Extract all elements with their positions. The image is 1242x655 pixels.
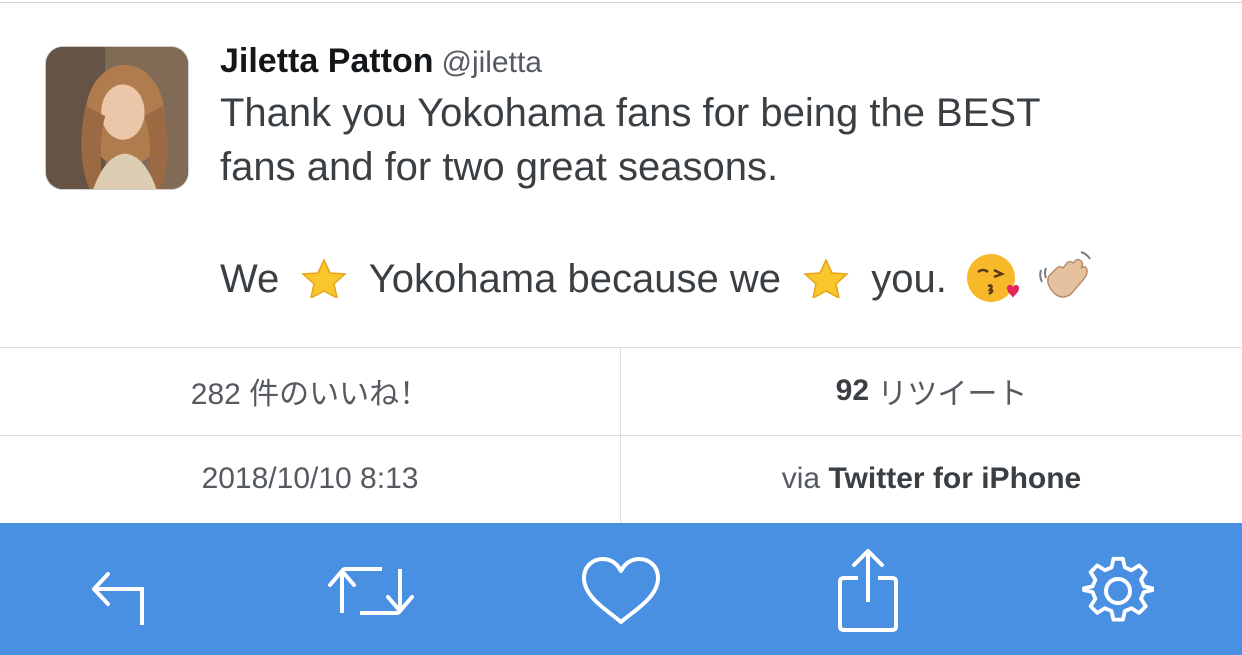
tweet-line-3-part-3: you. xyxy=(871,257,947,301)
tweet-source[interactable]: via Twitter for iPhone xyxy=(621,436,1242,522)
tweet-line-3-part-1: We xyxy=(220,257,280,301)
like-button[interactable] xyxy=(571,541,671,641)
avatar-photo xyxy=(46,47,188,189)
tweet-line-3-part-2: Yokohama because we xyxy=(368,257,781,301)
kissing-face-icon xyxy=(966,254,1019,302)
timestamp-text: 2018/10/10 8:13 xyxy=(201,462,419,495)
author-handle[interactable]: @jiletta xyxy=(441,46,542,79)
like-icon xyxy=(582,557,660,624)
retweet-icon xyxy=(328,567,414,615)
star-icon xyxy=(301,258,348,298)
author-name[interactable]: Jiletta Patton xyxy=(220,42,433,80)
tweet-line-1: Thank you Yokohama fans for being the BE… xyxy=(220,91,1041,135)
tweet-text: Thank you Yokohama fans for being the BE… xyxy=(220,86,1210,306)
timestamp: 2018/10/10 8:13 xyxy=(0,436,620,522)
retweets-label: リツイート xyxy=(877,378,1028,411)
likes-count[interactable]: 282 件のいいね！ xyxy=(0,348,620,434)
avatar[interactable] xyxy=(45,46,189,190)
tweet-line-3: We Yokohama because we you. xyxy=(220,250,1210,306)
retweet-button[interactable] xyxy=(321,541,421,641)
settings-icon xyxy=(1082,556,1154,622)
action-toolbar xyxy=(0,523,1242,655)
tweet-line-2: fans and for two great seasons. xyxy=(220,145,779,189)
reply-icon xyxy=(92,572,144,625)
retweets-number: 92 xyxy=(835,374,870,407)
star-icon xyxy=(803,258,849,298)
waving-hand-icon xyxy=(1039,251,1091,298)
likes-label: 282 件のいいね！ xyxy=(190,378,430,411)
via-label: via xyxy=(781,462,821,495)
retweets-count[interactable]: 92 リツイート xyxy=(621,348,1242,434)
tweet-header: Jiletta Patton @jiletta xyxy=(220,42,542,81)
tweet-card: Jiletta Patton @jiletta Thank you Yokoham… xyxy=(0,0,1242,348)
share-button[interactable] xyxy=(818,541,918,641)
reply-button[interactable] xyxy=(71,541,171,641)
settings-button[interactable] xyxy=(1068,541,1168,641)
source-name: Twitter for iPhone xyxy=(828,462,1082,495)
share-icon xyxy=(838,549,898,632)
